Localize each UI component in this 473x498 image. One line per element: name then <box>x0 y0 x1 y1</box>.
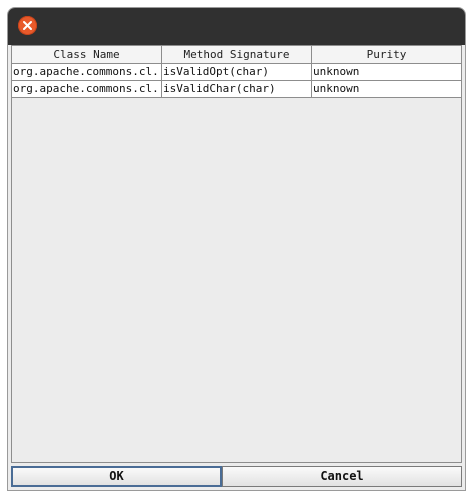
purity-table: Class Name Method Signature Purity org.a… <box>11 45 462 463</box>
cancel-button[interactable]: Cancel <box>222 466 462 487</box>
title-bar <box>8 8 465 45</box>
close-icon <box>23 21 32 30</box>
cell-purity[interactable]: unknown <box>312 81 461 97</box>
table-row[interactable]: org.apache.commons.cl... isValidOpt(char… <box>12 64 461 81</box>
table-row[interactable]: org.apache.commons.cl... isValidChar(cha… <box>12 81 461 98</box>
table-body: org.apache.commons.cl... isValidOpt(char… <box>12 64 461 98</box>
cell-class-name[interactable]: org.apache.commons.cl... <box>12 64 162 80</box>
button-bar: OK Cancel <box>11 466 462 487</box>
column-header-method-signature[interactable]: Method Signature <box>162 46 312 63</box>
cell-purity[interactable]: unknown <box>312 64 461 80</box>
table-header: Class Name Method Signature Purity <box>12 46 461 64</box>
close-button[interactable] <box>18 16 37 35</box>
column-header-purity[interactable]: Purity <box>312 46 461 63</box>
column-header-class-name[interactable]: Class Name <box>12 46 162 63</box>
cell-method-signature[interactable]: isValidChar(char) <box>162 81 312 97</box>
cell-class-name[interactable]: org.apache.commons.cl... <box>12 81 162 97</box>
dialog-window: Class Name Method Signature Purity org.a… <box>8 8 465 490</box>
ok-button[interactable]: OK <box>11 466 222 487</box>
cell-method-signature[interactable]: isValidOpt(char) <box>162 64 312 80</box>
